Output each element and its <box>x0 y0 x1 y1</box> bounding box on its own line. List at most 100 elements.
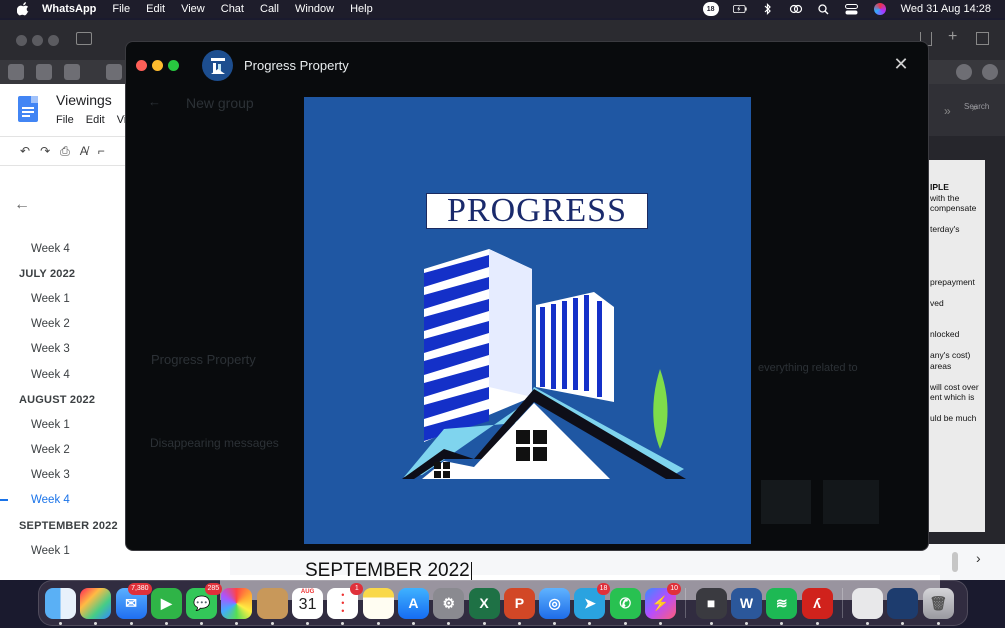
tab-favicon[interactable] <box>956 64 972 80</box>
document-title[interactable]: Viewings <box>56 92 112 108</box>
whatsapp-window: ← New group Progress Property Disappeari… <box>125 41 929 551</box>
window-close-dot[interactable] <box>136 60 147 71</box>
close-icon[interactable]: ✕ <box>891 54 911 74</box>
menu-edit[interactable]: Edit <box>146 3 165 15</box>
menu-file[interactable]: File <box>112 3 130 15</box>
link-icon[interactable] <box>789 3 803 15</box>
running-indicator <box>517 621 521 625</box>
chevron-right-icon[interactable]: › <box>976 550 981 566</box>
menu-bar: WhatsApp File Edit View Chat Call Window… <box>0 0 1005 18</box>
menu-window[interactable]: Window <box>295 3 334 15</box>
document-body-heading[interactable]: SEPTEMBER 2022 <box>305 560 472 582</box>
background-text-line <box>930 256 985 267</box>
dock-badge: 285 <box>204 582 223 595</box>
redo-icon[interactable]: ↷ <box>40 144 50 158</box>
downloads-stack-icon[interactable] <box>887 587 919 625</box>
running-indicator <box>129 621 133 625</box>
expand-icon[interactable]: » <box>944 104 951 118</box>
tab-favicon[interactable] <box>36 64 52 80</box>
running-indicator <box>901 621 905 625</box>
menu-help[interactable]: Help <box>350 3 373 15</box>
facetime-icon[interactable]: ▶ <box>150 587 182 625</box>
docs-menu-file[interactable]: File <box>56 114 74 126</box>
whatsapp-icon[interactable]: ✆ <box>609 587 641 625</box>
mail-icon[interactable]: ✉ 7,380 <box>115 582 152 625</box>
window-zoom-dot[interactable] <box>48 35 59 46</box>
running-indicator <box>623 621 627 625</box>
apple-icon[interactable] <box>16 2 30 16</box>
dock-separator <box>841 588 843 618</box>
messenger-icon[interactable]: ⚡ 10 <box>645 582 682 625</box>
window-close-dot[interactable] <box>16 35 27 46</box>
running-indicator <box>306 621 310 625</box>
background-text-line: areas <box>930 360 952 371</box>
tab-favicon[interactable] <box>64 64 80 80</box>
running-indicator <box>376 621 380 625</box>
zoom-icon[interactable]: ■ <box>695 587 727 625</box>
launchpad-icon[interactable] <box>80 587 112 625</box>
notes-icon[interactable] <box>362 587 394 625</box>
battery-icon[interactable] <box>732 3 747 15</box>
paint-format-icon[interactable]: ⌐ <box>98 144 105 158</box>
docs-menu: File Edit Vi <box>56 114 126 126</box>
photos-icon[interactable] <box>221 587 253 625</box>
notification-badge-icon[interactable]: 18 <box>702 2 719 16</box>
background-text-line <box>930 371 985 382</box>
outline-back-arrow-icon[interactable]: ← <box>14 196 30 214</box>
background-text-line <box>930 266 985 277</box>
running-indicator <box>59 621 62 625</box>
excel-icon[interactable]: X <box>468 587 500 625</box>
calendar-icon[interactable]: AUG 31 <box>292 587 324 625</box>
siri-icon[interactable] <box>873 3 887 15</box>
spellcheck-icon[interactable]: A̸ <box>80 144 88 158</box>
bluetooth-icon[interactable] <box>761 3 775 15</box>
reminders-icon[interactable]: • • • 1 <box>327 582 364 625</box>
tab-overview-icon[interactable] <box>976 32 989 45</box>
new-tab-icon[interactable]: + <box>948 28 957 46</box>
powerpoint-icon[interactable]: P <box>503 587 535 625</box>
background-text-line: ent which is <box>930 392 975 402</box>
word-icon[interactable]: W <box>730 587 762 625</box>
group-avatar[interactable] <box>202 50 233 81</box>
scrollbar[interactable] <box>952 552 958 572</box>
running-indicator <box>341 621 345 625</box>
background-document-text: IPLE with the compensate terday's prepayment… <box>928 160 985 532</box>
window-minimize-dot[interactable] <box>152 60 163 71</box>
app-store-icon[interactable]: A <box>397 587 429 625</box>
outline-item-label: Week 4 <box>31 494 70 507</box>
spotify-icon[interactable]: ≋ <box>766 587 798 625</box>
system-preferences-icon[interactable]: ⚙ <box>433 587 465 625</box>
window-zoom-dot[interactable] <box>168 60 179 71</box>
undo-icon[interactable]: ↶ <box>20 144 30 158</box>
background-text-line: IPLE <box>930 182 949 192</box>
dock-badge: 18 <box>596 582 611 595</box>
trash-icon[interactable]: 🗑 <box>922 587 954 625</box>
finder-icon[interactable] <box>45 587 76 625</box>
search-icon[interactable] <box>817 3 831 15</box>
menu-chat[interactable]: Chat <box>221 3 244 15</box>
sidebar-toggle-icon[interactable] <box>76 32 92 45</box>
tab-favicon[interactable] <box>982 64 998 80</box>
messages-icon[interactable]: 💬 285 <box>186 582 223 625</box>
running-indicator <box>482 621 486 625</box>
contacts-icon[interactable] <box>256 587 288 625</box>
tab-favicon[interactable] <box>8 64 24 80</box>
menu-app-name[interactable]: WhatsApp <box>42 3 96 15</box>
tab-favicon[interactable] <box>106 64 122 80</box>
menu-call[interactable]: Call <box>260 3 279 15</box>
menubar-clock[interactable]: Wed 31 Aug 14:28 <box>901 3 991 15</box>
google-docs-icon[interactable] <box>18 96 38 122</box>
background-text-line <box>930 340 985 351</box>
document-stack-icon[interactable] <box>852 587 884 625</box>
telegram-icon[interactable]: ➤ 18 <box>574 582 611 625</box>
acrobat-icon[interactable]: ʎ <box>801 587 833 625</box>
menu-view[interactable]: View <box>181 3 205 15</box>
control-center-icon[interactable] <box>845 3 859 15</box>
buildings-house-illustration <box>402 249 686 479</box>
active-outline-marker <box>0 499 8 502</box>
window-minimize-dot[interactable] <box>32 35 43 46</box>
docs-menu-edit[interactable]: Edit <box>86 114 105 126</box>
text-cursor <box>470 561 472 580</box>
print-icon[interactable]: ⎙ <box>60 144 70 159</box>
safari-icon[interactable]: ◎ <box>539 587 571 625</box>
